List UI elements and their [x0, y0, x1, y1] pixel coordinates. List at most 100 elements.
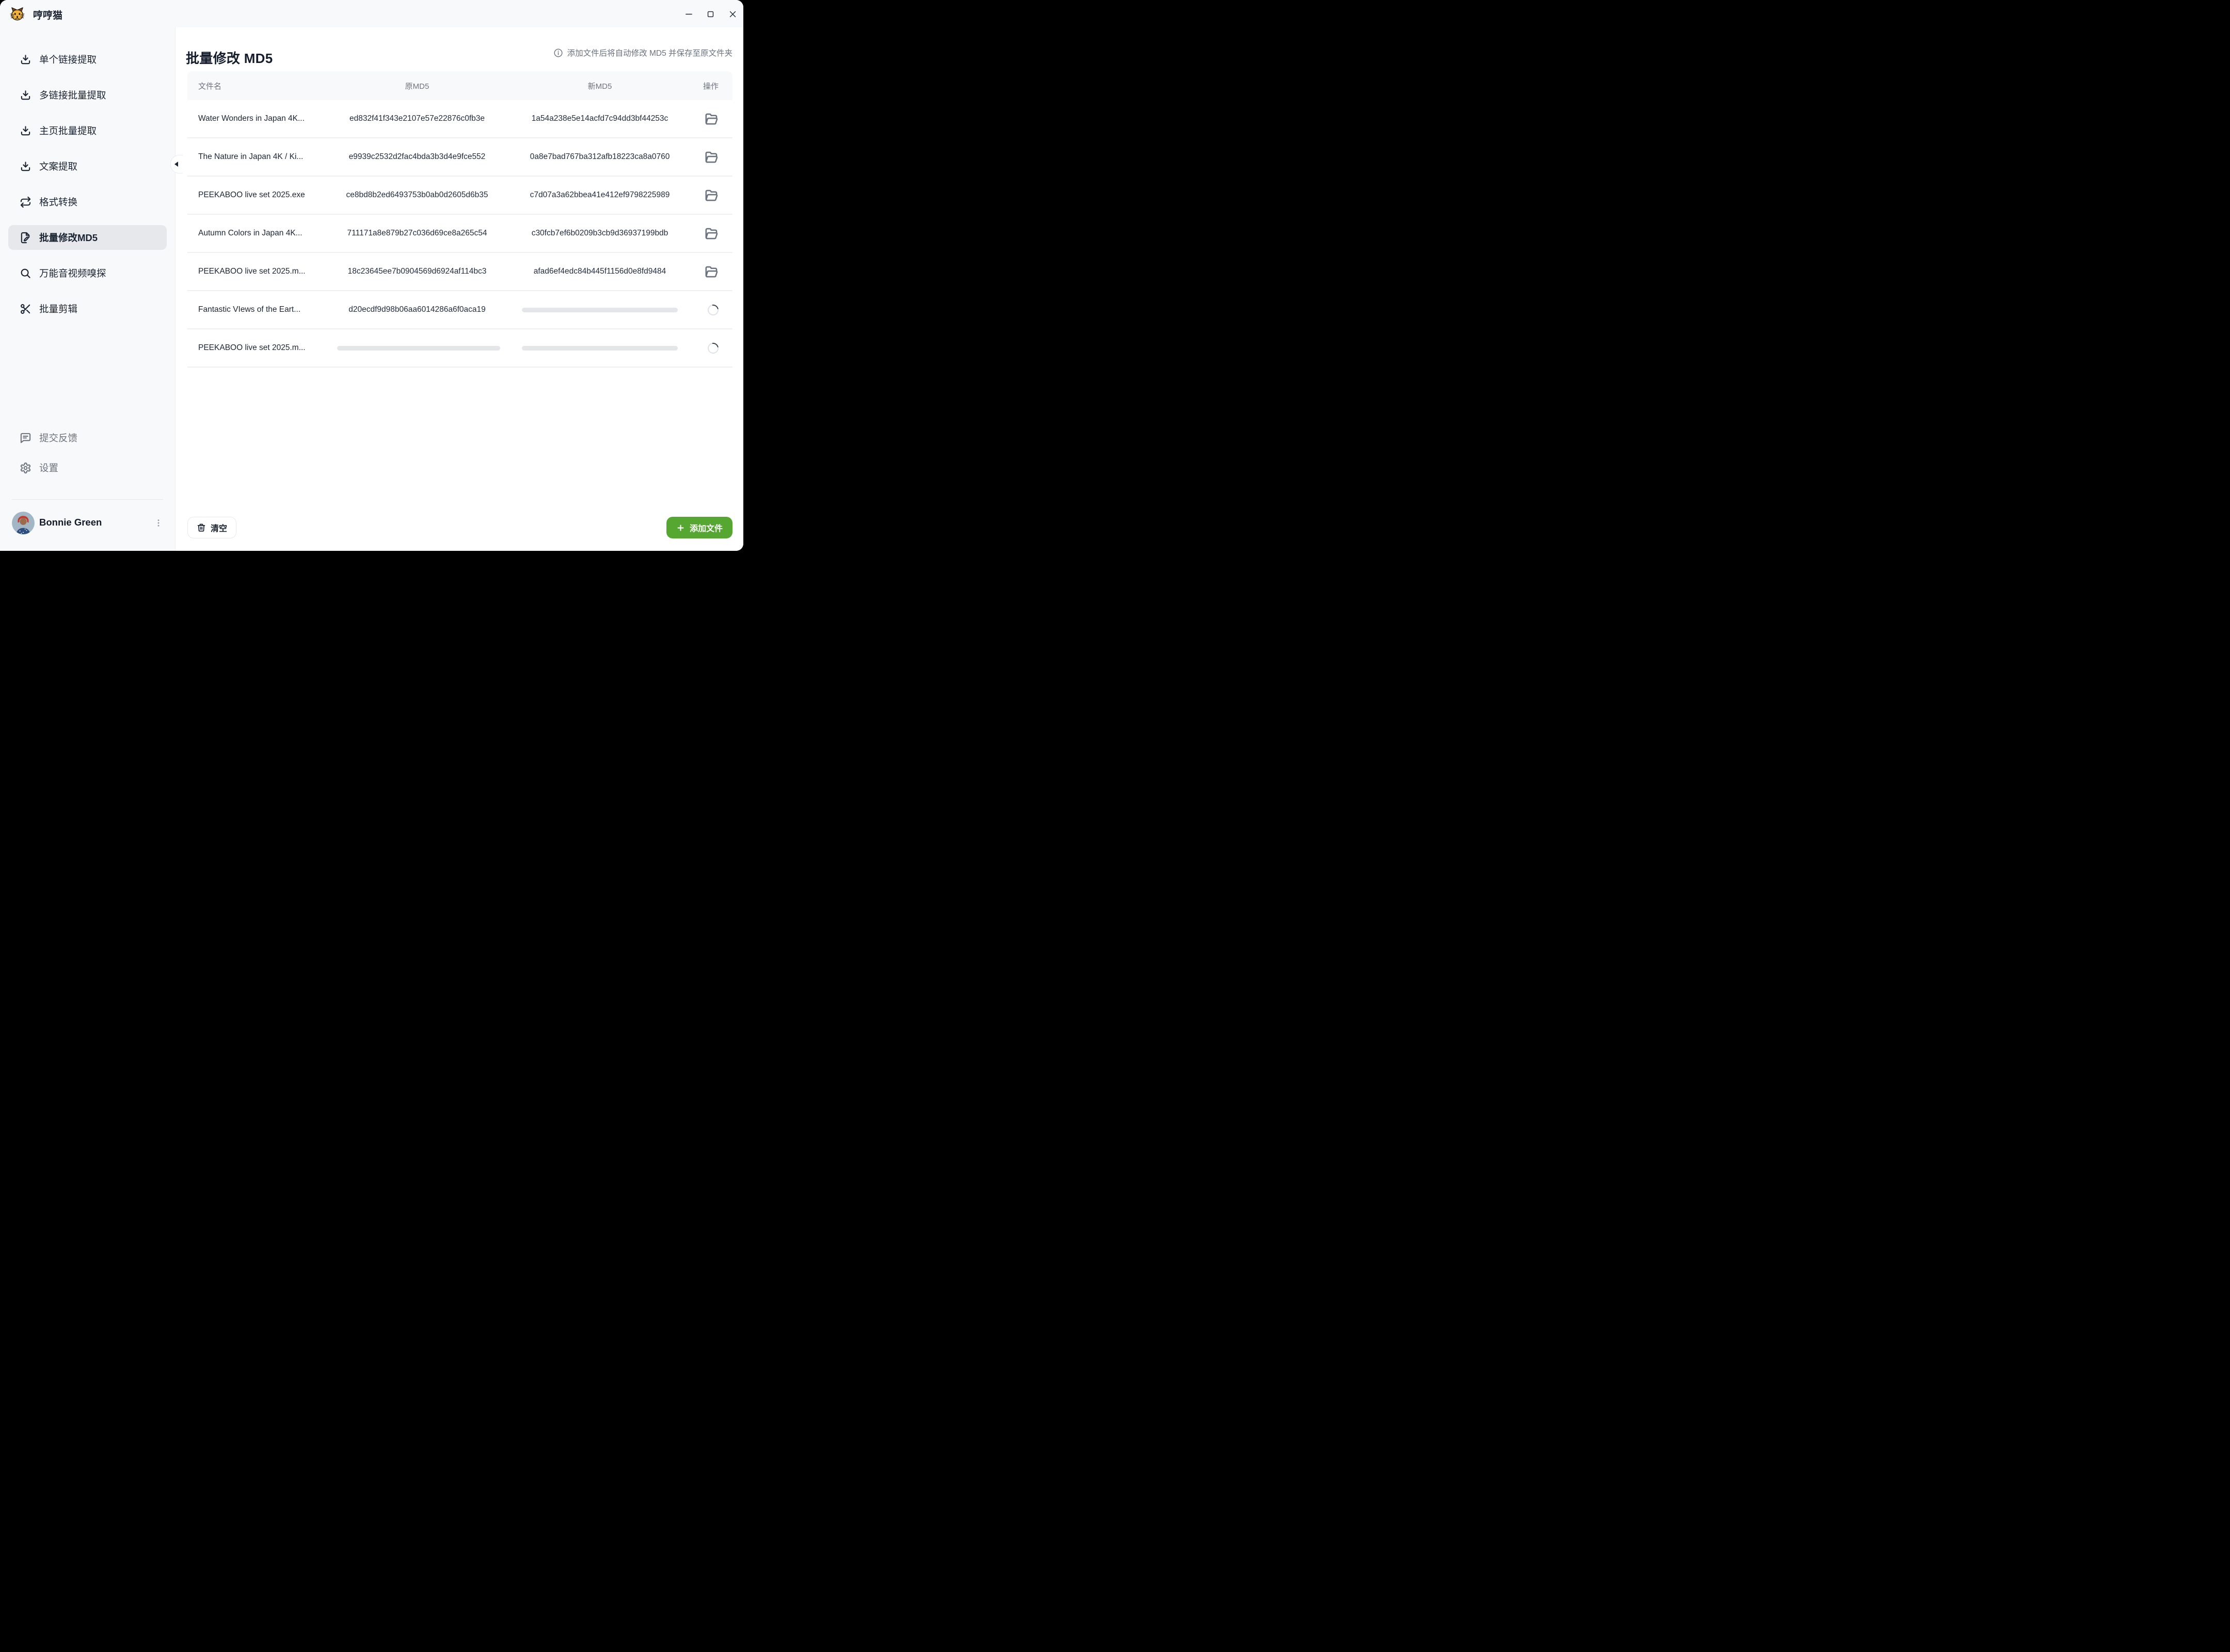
sidebar-item-7[interactable]: 万能音视频嗅探	[8, 261, 167, 285]
new-md5-cell	[497, 346, 703, 351]
old-md5-cell: 18c23645ee7b0904569d6924af114bc3	[337, 267, 497, 276]
sidebar-item-4[interactable]: 文案提取	[8, 154, 167, 179]
sidebar-footer-item-label: 设置	[39, 461, 58, 474]
maximize-icon	[706, 10, 715, 19]
action-cell	[703, 305, 732, 315]
old-md5-cell: e9939c2532d2fac4bda3b3d4e9fce552	[337, 152, 497, 162]
sidebar-nav: 单个链接提取 多链接批量提取 主页批量提取 文案提取 格式转换 批量修改MD5 …	[0, 27, 175, 321]
clear-button[interactable]: 清空	[187, 517, 236, 538]
open-folder-button[interactable]	[705, 227, 719, 241]
sidebar-item-label: 批量修改MD5	[39, 231, 98, 244]
skeleton-bar	[337, 346, 500, 351]
add-files-button[interactable]: 添加文件	[666, 517, 732, 538]
sidebar-footer-item-label: 提交反馈	[39, 431, 77, 444]
app-body: 单个链接提取 多链接批量提取 主页批量提取 文案提取 格式转换 批量修改MD5 …	[0, 27, 743, 551]
new-md5-cell: afad6ef4edc84b445f1156d0e8fd9484	[497, 267, 703, 276]
download-icon	[20, 54, 31, 66]
user-card: Bonnie Green	[0, 511, 175, 539]
file-name-cell: PEEKABOO live set 2025.exe	[187, 190, 337, 200]
table-row: Fantastic VIews of the Eart... d20ecdf9d…	[187, 291, 732, 329]
app-window: 哼哼猫 单个链接提取 多链接批量提取 主页批量提取 文案提取 格式转换 批量修改…	[0, 0, 743, 551]
file-name-cell: Water Wonders in Japan 4K...	[187, 114, 337, 123]
old-md5-cell: ed832f41f343e2107e57e22876c0fb3e	[337, 114, 497, 123]
auto-modify-hint: 添加文件后将自动修改 MD5 并保存至原文件夹	[553, 47, 732, 58]
open-folder-button[interactable]	[705, 188, 719, 202]
new-md5-cell: c30fcb7ef6b0209b3cb9d36937199bdb	[497, 229, 703, 238]
file-name-cell: Fantastic VIews of the Eart...	[187, 305, 337, 314]
page-title: 批量修改 MD5	[186, 48, 273, 67]
trash-icon	[197, 523, 206, 532]
column-header-old-md5: 原MD5	[337, 81, 497, 91]
old-md5-cell: 711171a8e879b27c036d69ce8a265c54	[337, 229, 497, 238]
sidebar-item-6[interactable]: 批量修改MD5	[8, 225, 167, 250]
open-folder-button[interactable]	[705, 150, 719, 164]
app-title: 哼哼猫	[33, 8, 62, 22]
sidebar-footer-item-1[interactable]: 提交反馈	[8, 425, 167, 450]
table-row: The Nature in Japan 4K / Ki... e9939c253…	[187, 138, 732, 177]
action-cell	[703, 265, 732, 279]
info-icon	[553, 48, 563, 58]
sidebar-item-label: 万能音视频嗅探	[39, 266, 106, 280]
skeleton-bar	[522, 308, 678, 312]
close-button[interactable]	[724, 6, 741, 22]
spinner-icon	[706, 302, 721, 317]
sidebar-item-2[interactable]: 多链接批量提取	[8, 83, 167, 107]
repeat-icon	[20, 196, 31, 208]
open-folder-button[interactable]	[705, 265, 719, 279]
download-icon	[20, 125, 31, 137]
new-md5-cell	[497, 308, 703, 312]
sidebar-footer-item-2[interactable]: 设置	[8, 455, 167, 480]
old-md5-cell	[337, 346, 497, 351]
kebab-icon	[154, 518, 163, 528]
open-folder-button[interactable]	[705, 112, 719, 126]
action-cell	[703, 227, 732, 241]
plus-icon	[676, 523, 685, 532]
cat-icon	[9, 6, 25, 22]
sidebar-divider	[12, 499, 163, 500]
sidebar-item-label: 单个链接提取	[39, 53, 97, 66]
action-cell	[703, 112, 732, 126]
table-body: Water Wonders in Japan 4K... ed832f41f34…	[187, 100, 732, 368]
sidebar-footer: 提交反馈 设置	[0, 425, 175, 485]
sidebar: 单个链接提取 多链接批量提取 主页批量提取 文案提取 格式转换 批量修改MD5 …	[0, 27, 176, 551]
sidebar-item-label: 格式转换	[39, 195, 77, 209]
add-files-button-label: 添加文件	[690, 521, 723, 534]
gear-icon	[20, 462, 31, 474]
table-row: PEEKABOO live set 2025.m...	[187, 329, 732, 368]
table-row: Autumn Colors in Japan 4K... 711171a8e87…	[187, 215, 732, 253]
sidebar-item-3[interactable]: 主页批量提取	[8, 118, 167, 143]
sidebar-item-label: 批量剪辑	[39, 302, 77, 315]
table-row: Water Wonders in Japan 4K... ed832f41f34…	[187, 100, 732, 138]
sidebar-collapse-handle[interactable]	[170, 155, 183, 173]
minimize-icon	[684, 10, 693, 19]
sidebar-item-label: 多链接批量提取	[39, 88, 106, 102]
sidebar-item-label: 文案提取	[39, 160, 77, 173]
hint-text: 添加文件后将自动修改 MD5 并保存至原文件夹	[567, 47, 732, 58]
column-header-new-md5: 新MD5	[497, 81, 703, 91]
file-pen-icon	[20, 232, 31, 244]
maximize-button[interactable]	[702, 6, 719, 22]
file-name-cell: The Nature in Japan 4K / Ki...	[187, 152, 337, 162]
search-icon	[20, 267, 31, 279]
sidebar-item-label: 主页批量提取	[39, 124, 97, 137]
user-name: Bonnie Green	[39, 517, 102, 528]
minimize-button[interactable]	[680, 6, 697, 22]
sidebar-item-5[interactable]: 格式转换	[8, 189, 167, 214]
sidebar-item-8[interactable]: 批量剪辑	[8, 296, 167, 321]
file-name-cell: PEEKABOO live set 2025.m...	[187, 267, 337, 276]
old-md5-cell: ce8bd8b2ed6493753b0ab0d2605d6b35	[337, 190, 497, 200]
message-icon	[20, 432, 31, 444]
user-menu-button[interactable]	[151, 515, 166, 531]
spinner-icon	[706, 340, 721, 355]
old-md5-cell: d20ecdf9d98b06aa6014286a6f0aca19	[337, 305, 497, 314]
sidebar-item-1[interactable]: 单个链接提取	[8, 47, 167, 72]
table-header: 文件名 原MD5 新MD5 操作	[187, 71, 732, 100]
new-md5-cell: 1a54a238e5e14acfd7c94dd3bf44253c	[497, 114, 703, 123]
title-bar: 哼哼猫	[0, 0, 743, 27]
action-cell	[703, 150, 732, 164]
avatar	[12, 512, 35, 534]
main-panel: 批量修改 MD5 添加文件后将自动修改 MD5 并保存至原文件夹 文件名 原MD…	[176, 27, 743, 551]
download-icon	[20, 89, 31, 101]
new-md5-cell: 0a8e7bad767ba312afb18223ca8a0760	[497, 152, 703, 162]
file-name-cell: Autumn Colors in Japan 4K...	[187, 229, 337, 238]
